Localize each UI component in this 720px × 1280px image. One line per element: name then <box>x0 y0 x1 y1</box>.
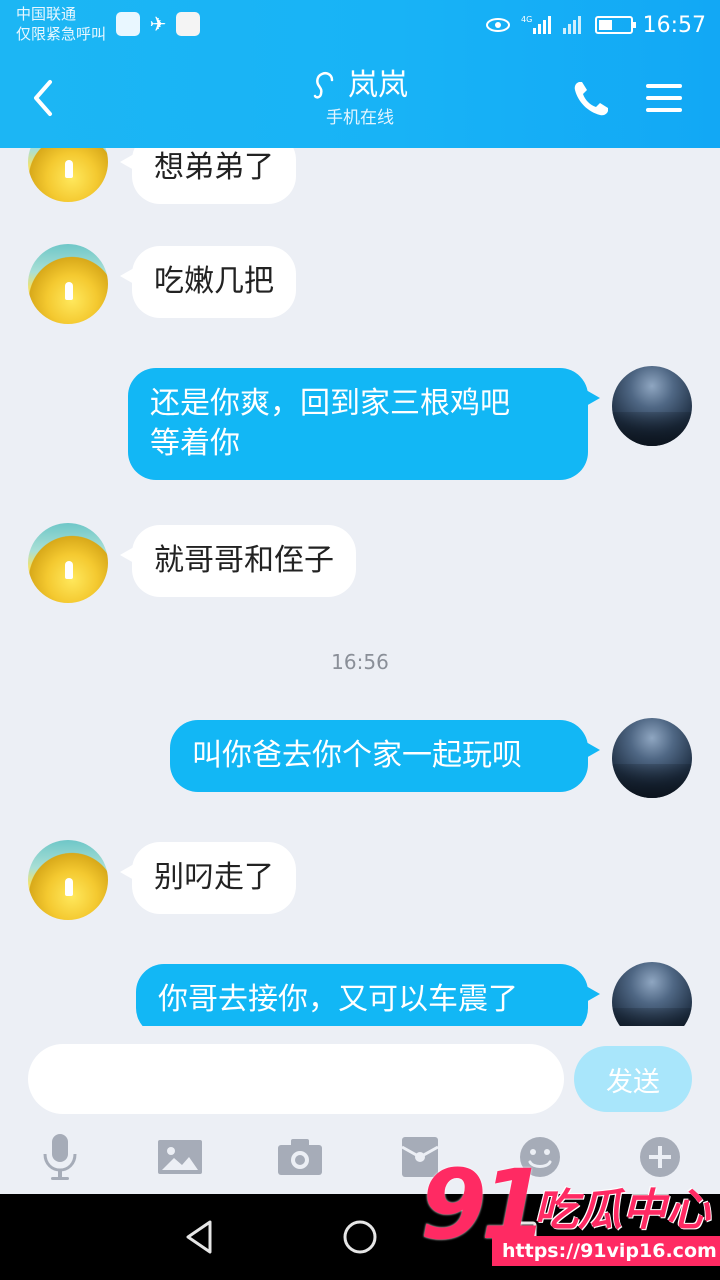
contact-avatar[interactable] <box>28 523 108 603</box>
time-separator: 16:56 <box>331 650 389 674</box>
status-time: 16:57 <box>642 12 706 38</box>
message-bubble-incoming[interactable]: 吃嫩几把 <box>120 246 296 318</box>
online-status: 手机在线 <box>326 108 394 128</box>
composer: 发送 <box>0 1026 720 1194</box>
emergency-only-text: 仅限紧急呼叫 <box>16 25 107 43</box>
chevron-left-icon[interactable] <box>28 78 60 118</box>
my-avatar[interactable] <box>612 366 692 446</box>
battery-icon <box>594 16 636 34</box>
network-type-label: 4G <box>521 15 532 24</box>
message-bubble-incoming[interactable]: 就哥哥和侄子 <box>120 525 356 597</box>
map-notification-icon <box>176 12 200 36</box>
message-line: 还是你爽，回到家三根鸡吧 <box>150 386 510 421</box>
message-bubble-incoming[interactable]: 想弟弟了 <box>120 148 296 204</box>
back-triangle-icon[interactable] <box>178 1216 220 1258</box>
message-bubble-outgoing[interactable]: 叫你爸去你个家一起玩呗 <box>170 720 600 792</box>
message-input[interactable] <box>28 1044 564 1114</box>
chat-header: 中国联通 仅限紧急呼叫 ✈ 4G 16:57 岚岚 手机在线 <box>0 0 720 148</box>
status-bar: 中国联通 仅限紧急呼叫 ✈ 4G 16:57 <box>0 0 720 50</box>
contact-title: 岚岚 <box>312 66 408 106</box>
message-bubble-incoming[interactable]: 别叼走了 <box>120 842 296 914</box>
contact-title-block[interactable]: 岚岚 手机在线 <box>200 66 520 129</box>
message-bubble-outgoing[interactable]: 你哥去接你，又可以车震了 <box>136 964 600 1026</box>
contact-avatar[interactable] <box>28 148 108 202</box>
home-circle-icon[interactable] <box>339 1216 381 1258</box>
microphone-icon[interactable] <box>33 1130 87 1184</box>
my-avatar[interactable] <box>612 718 692 798</box>
composer-toolbar <box>0 1130 720 1184</box>
contact-name: 岚岚 <box>348 68 408 103</box>
recents-square-icon[interactable] <box>500 1216 542 1258</box>
contact-avatar[interactable] <box>28 244 108 324</box>
camera-icon[interactable] <box>273 1130 327 1184</box>
system-nav-bar <box>0 1194 720 1280</box>
menu-icon[interactable] <box>644 80 684 116</box>
emoji-icon[interactable] <box>513 1130 567 1184</box>
image-icon[interactable] <box>153 1130 207 1184</box>
phone-icon[interactable] <box>570 78 612 120</box>
red-packet-icon[interactable] <box>393 1130 447 1184</box>
eye-comfort-icon <box>485 18 510 32</box>
message-bubble-outgoing[interactable]: 还是你爽，回到家三根鸡吧 等着你 <box>128 368 600 480</box>
alipay-notification-icon: ✈ <box>149 12 167 36</box>
message-line: 等着你 <box>150 426 240 461</box>
send-button[interactable]: 发送 <box>574 1046 692 1112</box>
app-notification-icon <box>116 12 140 36</box>
contact-avatar[interactable] <box>28 840 108 920</box>
my-avatar[interactable] <box>612 962 692 1026</box>
status-right: 4G 16:57 <box>485 10 706 40</box>
signal-icon: 4G <box>521 15 551 34</box>
message-list[interactable]: 想弟弟了 吃嫩几把 还是你爽，回到家三根鸡吧 等着你 就哥哥和侄子 16:56 … <box>0 148 720 1026</box>
plus-icon[interactable] <box>633 1130 687 1184</box>
ear-icon <box>313 72 334 99</box>
signal-2-icon <box>562 16 581 34</box>
carrier-info: 中国联通 仅限紧急呼叫 <box>16 4 106 44</box>
carrier-name: 中国联通 <box>16 5 77 23</box>
